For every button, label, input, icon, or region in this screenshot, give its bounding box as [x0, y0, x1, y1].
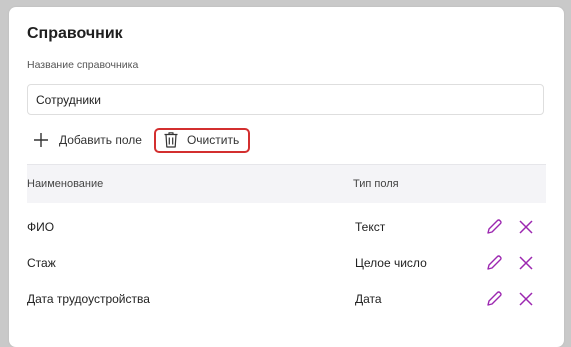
trash-icon — [164, 132, 178, 148]
dictionary-name-label: Название справочника — [27, 59, 139, 71]
field-type: Целое число — [355, 256, 427, 270]
field-type: Дата — [355, 292, 382, 306]
toolbar: Добавить поле Очистить — [27, 125, 251, 155]
add-field-button[interactable]: Добавить поле — [27, 126, 148, 154]
add-field-label: Добавить поле — [59, 133, 142, 147]
clear-label: Очистить — [186, 133, 240, 147]
pencil-icon[interactable] — [485, 254, 503, 272]
field-name: ФИО — [27, 220, 55, 234]
close-icon[interactable] — [517, 218, 535, 236]
table-header: Наименование Тип поля — [27, 164, 546, 203]
header-type: Тип поля — [353, 178, 399, 190]
row-actions — [485, 218, 535, 236]
pencil-icon[interactable] — [485, 218, 503, 236]
field-name: Стаж — [27, 256, 56, 270]
close-icon[interactable] — [517, 254, 535, 272]
dictionary-name-input[interactable] — [27, 84, 544, 115]
table-row: Дата трудоустройства Дата — [27, 281, 546, 317]
header-name: Наименование — [27, 178, 104, 190]
row-actions — [485, 254, 535, 272]
row-actions — [485, 290, 535, 308]
close-icon[interactable] — [517, 290, 535, 308]
dictionary-card: Справочник Название справочника Добавить… — [9, 7, 564, 347]
field-type: Текст — [355, 220, 386, 234]
table-row: Стаж Целое число — [27, 245, 546, 281]
clear-button[interactable]: Очистить — [153, 127, 251, 153]
pencil-icon[interactable] — [485, 290, 503, 308]
page-title: Справочник — [27, 25, 123, 42]
field-name: Дата трудоустройства — [27, 292, 150, 306]
fields-table: Наименование Тип поля ФИО Текст Стаж Цел… — [27, 164, 546, 317]
plus-icon — [34, 133, 48, 147]
table-row: ФИО Текст — [27, 209, 546, 245]
